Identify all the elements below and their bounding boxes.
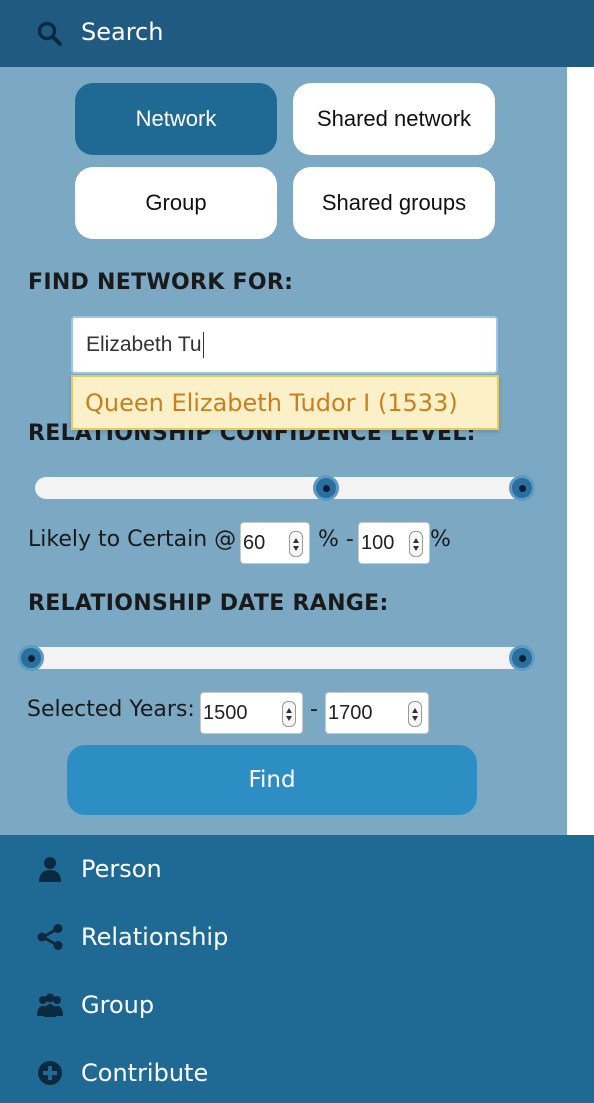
tab-network[interactable]: Network [75,83,277,155]
share-icon [37,924,63,950]
confidence-max-stepper[interactable]: 100 [358,522,430,564]
date-range-label: RELATIONSHIP DATE RANGE: [28,591,389,616]
person-search-value: Elizabeth Tu [86,333,202,356]
stepper-arrows-icon[interactable] [282,701,296,727]
content-edge [567,67,594,835]
nav-label-person: Person [81,855,162,883]
nav-item-person[interactable]: Person [0,835,594,903]
confidence-unit-sep: % - [318,527,354,552]
confidence-min-handle[interactable] [313,475,339,501]
confidence-max-handle[interactable] [509,475,535,501]
confidence-max-value: 100 [361,531,395,554]
date-range-slider[interactable] [22,647,535,669]
find-button[interactable]: Find [67,745,477,815]
year-start-stepper[interactable]: 1500 [200,692,303,734]
year-end-stepper[interactable]: 1700 [325,692,429,734]
header-title: Search [81,18,164,46]
confidence-slider[interactable] [35,477,535,499]
main-nav: Person Relationship Group Contribute [0,835,594,1103]
nav-label-group: Group [81,991,155,1019]
find-network-label: FIND NETWORK FOR: [28,270,294,295]
stepper-arrows-icon[interactable] [409,531,423,557]
tab-shared-network[interactable]: Shared network [293,83,495,155]
date-range-prefix: Selected Years: [27,697,195,722]
nav-item-relationship[interactable]: Relationship [0,903,594,971]
confidence-min-stepper[interactable]: 60 [240,522,310,564]
stepper-arrows-icon[interactable] [408,701,422,727]
date-start-handle[interactable] [18,645,44,671]
nav-item-group[interactable]: Group [0,971,594,1039]
nav-label-contribute: Contribute [81,1059,209,1087]
year-start-value: 1500 [203,701,248,724]
plus-circle-icon [38,1061,62,1085]
nav-label-relationship: Relationship [81,923,229,951]
group-icon [37,993,63,1017]
search-icon [37,21,62,46]
stepper-arrows-icon[interactable] [289,531,303,557]
person-icon [39,857,61,882]
search-header[interactable]: Search [0,0,594,67]
year-end-value: 1700 [328,701,373,724]
tab-shared-groups[interactable]: Shared groups [293,167,495,239]
confidence-unit-end: % [430,527,451,552]
confidence-min-value: 60 [243,531,266,554]
nav-item-contribute[interactable]: Contribute [0,1039,594,1103]
autocomplete-suggestion[interactable]: Queen Elizabeth Tudor I (1533) [71,375,499,430]
text-caret [202,332,205,358]
person-search-input[interactable]: Elizabeth Tu [71,316,498,374]
confidence-prefix: Likely to Certain @ [28,527,237,552]
date-range-sep: - [310,697,318,722]
tab-group[interactable]: Group [75,167,277,239]
date-end-handle[interactable] [509,645,535,671]
